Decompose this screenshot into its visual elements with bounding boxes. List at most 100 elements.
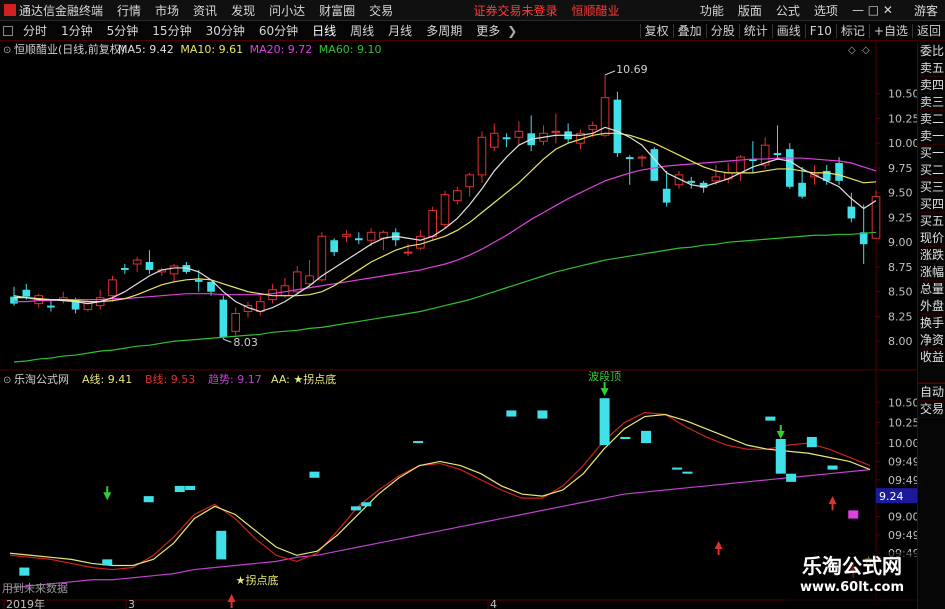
x-label-2: 4 — [490, 598, 497, 609]
period-tab-9[interactable]: 多周期 — [419, 24, 469, 38]
sub-box-6 — [309, 471, 320, 478]
side-item-18[interactable]: 收益 — [918, 349, 945, 366]
candle-body-53 — [662, 188, 671, 203]
side-item-6[interactable]: 买一 — [918, 145, 945, 162]
sub-top-label: 波段顶 — [588, 369, 621, 383]
right-menu-item-2[interactable]: 公式 — [769, 4, 807, 18]
candle-body-24 — [305, 275, 314, 285]
period-tab-1[interactable]: 1分钟 — [54, 24, 100, 38]
period-tab-2[interactable]: 5分钟 — [100, 24, 146, 38]
side-item-13[interactable]: 涨幅 — [918, 264, 945, 281]
candle-body-52 — [650, 149, 659, 181]
side-item-11[interactable]: 现价 — [918, 230, 945, 247]
menu-item-5[interactable]: 财富圈 — [312, 4, 362, 18]
candle-body-62 — [773, 153, 782, 156]
sub-box-17 — [765, 416, 776, 421]
site-watermark: 乐淘公式网 www.60lt.com — [787, 552, 917, 609]
right-menu-item-0[interactable]: 功能 — [693, 4, 731, 18]
sub-box-11 — [537, 410, 548, 419]
menu-item-2[interactable]: 资讯 — [186, 4, 224, 18]
main-y-label-9: 8.25 — [888, 310, 913, 323]
square-icon[interactable] — [3, 25, 13, 36]
main-y-label-5: 9.25 — [888, 211, 913, 224]
right-menu-item-1[interactable]: 版面 — [731, 4, 769, 18]
menu-item-1[interactable]: 市场 — [148, 4, 186, 18]
side-item-1[interactable]: 卖五 — [918, 60, 945, 77]
candle-body-8 — [108, 279, 117, 297]
sub-box-2 — [143, 496, 154, 503]
side-item-4[interactable]: 卖二 — [918, 111, 945, 128]
side-item-2[interactable]: 卖四 — [918, 77, 945, 94]
side-item-20[interactable]: 自动 — [918, 383, 945, 401]
candle-body-10 — [132, 259, 142, 265]
period-tab-6[interactable]: 日线 — [305, 24, 343, 38]
side-item-5[interactable]: 卖一 — [918, 128, 945, 145]
menu-item-4[interactable]: 问小达 — [262, 4, 312, 18]
tool-button-7[interactable]: +自选 — [868, 24, 912, 38]
candle-body-16 — [207, 281, 215, 292]
tool-button-6[interactable]: 标记 — [835, 24, 869, 38]
period-tab-3[interactable]: 15分钟 — [145, 24, 198, 38]
period-tab-4[interactable]: 30分钟 — [199, 24, 252, 38]
right-menu-item-3[interactable]: 选项 — [807, 4, 845, 18]
menu-item-6[interactable]: 交易 — [362, 4, 400, 18]
guest-label[interactable]: 游客 — [900, 2, 945, 19]
main-indicator-3: MA60: 9.10 — [319, 43, 382, 56]
main-y-label-7: 8.75 — [888, 261, 913, 274]
chevron-right-icon[interactable]: ❯ — [507, 24, 517, 38]
main-y-label-1: 10.25 — [888, 112, 917, 125]
tool-button-2[interactable]: 分股 — [705, 24, 739, 38]
candle-body-27 — [342, 233, 351, 237]
tool-button-3[interactable]: 统计 — [738, 24, 772, 38]
sub-y-label-6: 09.00 — [888, 511, 917, 524]
kline-chart[interactable]: ⊙ 恒顺醋业(日线,前复权)MA5: 9.42 MA10: 9.61 MA20: 9.… — [0, 40, 917, 609]
side-item-15[interactable]: 外盘 — [918, 298, 945, 315]
tool-button-0[interactable]: 复权 — [639, 24, 673, 38]
high-label: 10.69 — [616, 63, 648, 76]
side-item-12[interactable]: 涨跌 — [918, 247, 945, 264]
side-item-16[interactable]: 换手 — [918, 315, 945, 332]
sub-box-7 — [350, 506, 361, 511]
main-y-label-0: 10.50 — [888, 88, 917, 101]
period-tab-7[interactable]: 周线 — [343, 24, 381, 38]
main-y-label-8: 8.50 — [888, 286, 913, 299]
sub-box-22 — [848, 510, 859, 519]
sub-box-20 — [806, 436, 817, 448]
side-item-7[interactable]: 买二 — [918, 162, 945, 179]
tool-button-5[interactable]: F10 — [804, 24, 836, 38]
side-item-10[interactable]: 买五 — [918, 213, 945, 230]
trade-login-notice[interactable]: 证券交易未登录 — [466, 2, 564, 19]
candle-body-28 — [354, 238, 363, 241]
stock-tab[interactable]: 恒顺醋业 — [565, 2, 627, 19]
side-item-0[interactable]: 委比 — [918, 43, 945, 60]
side-item-17[interactable]: 净资 — [918, 332, 945, 349]
candle-body-40 — [502, 137, 511, 140]
side-item-14[interactable]: 总量 — [918, 281, 945, 298]
window-controls[interactable]: — □ ✕ — [845, 3, 900, 17]
sub-signal-bottom-1 — [828, 496, 837, 511]
period-tab-10[interactable]: 更多 — [469, 24, 507, 38]
candle-body-63 — [785, 149, 794, 187]
app-logo — [4, 4, 16, 16]
candle-body-35 — [440, 194, 450, 225]
candle-body-1 — [22, 289, 31, 297]
tool-button-1[interactable]: 叠加 — [672, 24, 706, 38]
b-line — [9, 411, 871, 571]
side-item-21[interactable]: 交易 — [918, 401, 945, 418]
candle-body-37 — [465, 174, 474, 188]
side-item-9[interactable]: 买四 — [918, 196, 945, 213]
period-tab-0[interactable]: 分时 — [16, 24, 54, 38]
period-tab-5[interactable]: 60分钟 — [252, 24, 305, 38]
tool-button-4[interactable]: 画线 — [771, 24, 805, 38]
sub-indicator-3: AA: ★拐点底 — [271, 372, 336, 386]
candle-body-51 — [637, 156, 647, 159]
sub-box-21 — [827, 465, 838, 470]
menu-item-0[interactable]: 行情 — [110, 4, 148, 18]
side-item-3[interactable]: 卖三 — [918, 94, 945, 111]
side-item-8[interactable]: 买三 — [918, 179, 945, 196]
tool-button-8[interactable]: 返回 — [911, 24, 945, 38]
sub-box-8 — [361, 502, 372, 507]
period-tab-8[interactable]: 月线 — [381, 24, 419, 38]
candle-body-29 — [366, 231, 376, 241]
menu-item-3[interactable]: 发现 — [224, 4, 262, 18]
